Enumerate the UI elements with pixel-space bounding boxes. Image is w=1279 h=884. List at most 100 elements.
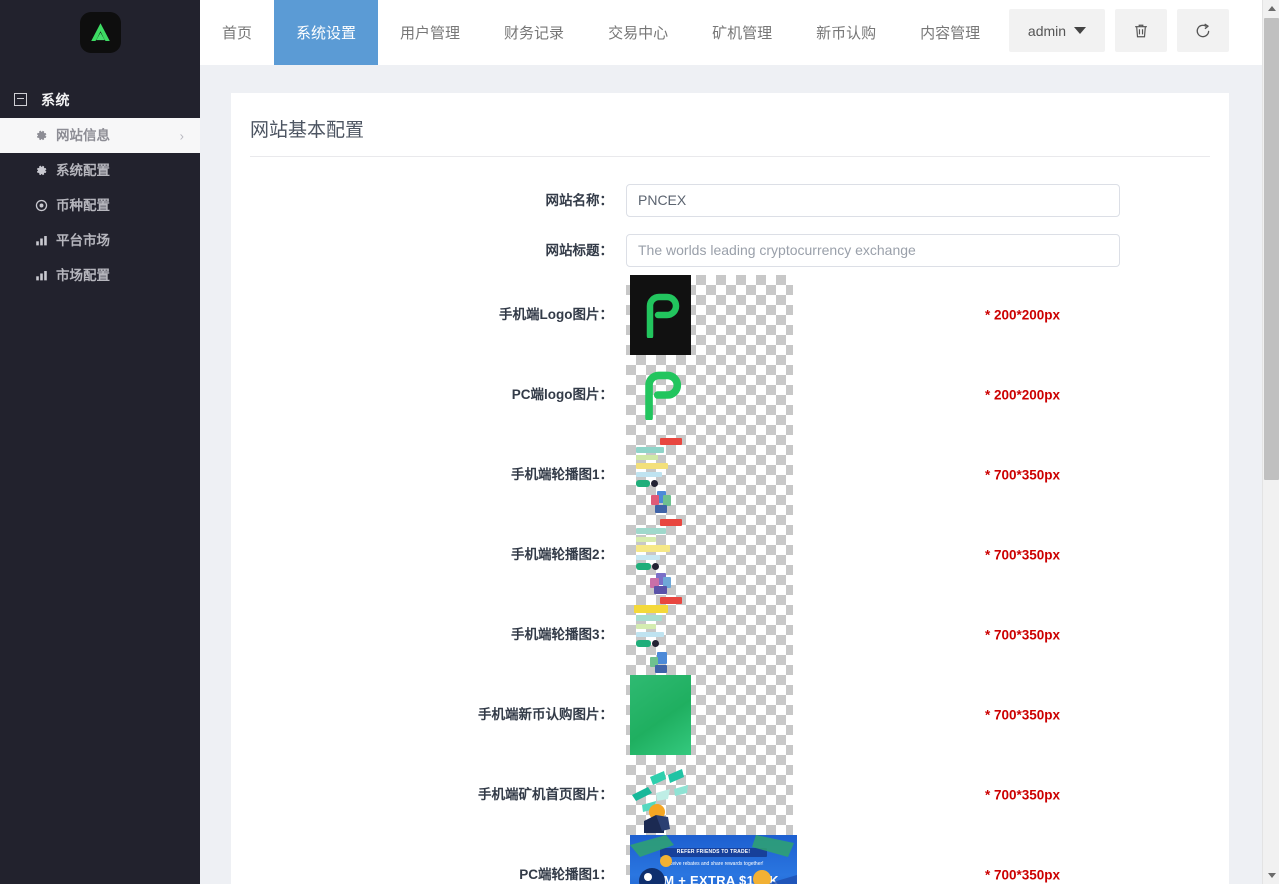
size-hint: * 700*350px (985, 787, 1061, 803)
mobile-carousel-2-thumbnail (630, 515, 691, 595)
tab-financial-records[interactable]: 财务记录 (482, 0, 586, 65)
sidebar-item-market-config[interactable]: 市场配置 (0, 258, 200, 293)
top-bar: 首页 系统设置 用户管理 财务记录 交易中心 矿机管理 新币认购 内容管理 ad… (200, 0, 1279, 65)
field-label: 手机端新币认购图片： (478, 707, 613, 722)
mobile-carousel-1-thumbnail (630, 435, 691, 515)
circle-dot-icon (34, 199, 49, 212)
gear-icon (34, 129, 49, 142)
promo-artwork (630, 435, 691, 515)
tab-content-management[interactable]: 内容管理 (898, 0, 1002, 65)
field-label: 手机端轮播图1： (510, 467, 613, 482)
clear-cache-button[interactable] (1115, 9, 1167, 52)
pncex-p-icon (646, 293, 679, 338)
tab-new-coin-subscription[interactable]: 新币认购 (794, 0, 898, 65)
triangle-up-icon (1267, 6, 1276, 11)
size-hint: * 200*200px (985, 387, 1061, 403)
form-row-mobile-miner-home: 手机端矿机首页图片： * 700*350px (231, 755, 1229, 835)
bar-chart-icon (34, 234, 49, 247)
size-hint: * 700*350px (985, 627, 1061, 643)
app-logo[interactable] (0, 0, 200, 65)
sidebar-item-label: 平台市场 (56, 232, 110, 248)
sidebar-item-label: 网站信息 (56, 127, 110, 143)
field-label: 手机端矿机首页图片： (478, 787, 613, 802)
tab-home[interactable]: 首页 (200, 0, 274, 65)
size-hint: * 700*350px (985, 707, 1061, 723)
mobile-logo-thumbnail (630, 275, 691, 355)
settings-form: 网站名称： 网站标题： 手机端Logo图片： (231, 157, 1229, 884)
gear-icon (34, 164, 49, 177)
form-row-mobile-carousel-1: 手机端轮播图1： * 700*350px (231, 435, 1229, 515)
mobile-logo-upload[interactable] (626, 275, 793, 355)
sidebar: 系统 网站信息 › 系统配置 币种配置 平台市场 市场配置 (0, 0, 200, 884)
size-hint: * 700*350px (985, 547, 1061, 563)
form-row-mobile-subscription: 手机端新币认购图片： * 700*350px (231, 675, 1229, 755)
field-label: 手机端Logo图片： (499, 307, 613, 322)
tab-trading-center[interactable]: 交易中心 (586, 0, 690, 65)
form-row-pc-carousel-1: PC端轮播图1： REFER FRIENDS TO TRADE! Receive… (231, 835, 1229, 884)
mobile-carousel-1-upload[interactable] (626, 435, 793, 515)
top-actions: admin (1009, 9, 1229, 52)
sidebar-item-label: 系统配置 (56, 162, 110, 178)
sidebar-group-system[interactable]: 系统 (0, 82, 200, 118)
user-menu-button[interactable]: admin (1009, 9, 1105, 52)
sidebar-item-label: 市场配置 (56, 267, 110, 283)
field-label: PC端logo图片： (511, 387, 613, 402)
pc-carousel-1-upload[interactable]: REFER FRIENDS TO TRADE! Receive rebates … (626, 835, 797, 884)
mobile-carousel-2-upload[interactable] (626, 515, 793, 595)
minus-square-icon (14, 92, 29, 108)
scroll-down-button[interactable] (1263, 867, 1279, 884)
sidebar-group-label: 系统 (41, 92, 70, 108)
settings-card: 网站基本配置 网站名称： 网站标题： (231, 93, 1229, 884)
pc-logo-upload[interactable] (626, 355, 793, 435)
tab-system-settings[interactable]: 系统设置 (274, 0, 379, 65)
form-row-mobile-carousel-3: 手机端轮播图3： * 700*350px (231, 595, 1229, 675)
tab-miner-management[interactable]: 矿机管理 (690, 0, 794, 65)
field-label: 手机端轮播图3： (510, 627, 613, 642)
sidebar-item-currency-config[interactable]: 币种配置 (0, 188, 200, 223)
size-hint: * 700*350px (985, 867, 1061, 883)
app-root: 系统 网站信息 › 系统配置 币种配置 平台市场 市场配置 首页 系统设置 用户… (0, 0, 1279, 884)
mobile-subscription-upload[interactable] (626, 675, 793, 755)
logout-button[interactable] (1177, 9, 1229, 52)
pc-carousel-1-thumbnail: REFER FRIENDS TO TRADE! Receive rebates … (630, 835, 797, 884)
form-row-mobile-logo: 手机端Logo图片： * 200*200px (231, 275, 1229, 355)
pc-logo-thumbnail (630, 355, 691, 435)
mobile-carousel-3-upload[interactable] (626, 595, 793, 675)
green-artwork (630, 675, 691, 755)
app-logo-icon (79, 12, 121, 53)
chevron-down-icon (1074, 27, 1087, 34)
field-label: 网站名称： (545, 192, 614, 208)
mobile-miner-home-thumbnail (630, 755, 691, 835)
site-name-input[interactable] (626, 183, 1120, 217)
mobile-carousel-3-thumbnail (630, 595, 691, 675)
bar-chart-icon (34, 269, 49, 282)
sign-out-icon (1196, 23, 1209, 38)
sidebar-item-system-config[interactable]: 系统配置 (0, 153, 200, 188)
form-row-site-name: 网站名称： (231, 175, 1229, 225)
promo-artwork (630, 595, 691, 675)
user-menu-label: admin (1027, 22, 1067, 39)
pncex-p-icon (644, 371, 681, 420)
form-row-mobile-carousel-2: 手机端轮播图2： * 700*350px (231, 515, 1229, 595)
field-label: 手机端轮播图2： (510, 547, 613, 562)
window-scrollbar[interactable] (1262, 0, 1279, 884)
size-hint: * 200*200px (985, 307, 1061, 323)
form-row-pc-logo: PC端logo图片： * 200*200px (231, 355, 1229, 435)
referral-banner-artwork: REFER FRIENDS TO TRADE! Receive rebates … (630, 835, 797, 884)
mobile-miner-home-upload[interactable] (626, 755, 793, 835)
triangle-down-icon (1267, 873, 1276, 878)
sidebar-item-platform-market[interactable]: 平台市场 (0, 223, 200, 258)
size-hint: * 700*350px (985, 467, 1061, 483)
window-scrollbar-thumb[interactable] (1264, 18, 1279, 480)
tab-user-management[interactable]: 用户管理 (378, 0, 482, 65)
sidebar-item-website-info[interactable]: 网站信息 › (0, 118, 200, 153)
page-body: 网站基本配置 网站名称： 网站标题： (200, 65, 1279, 884)
form-row-site-title: 网站标题： (231, 225, 1229, 275)
field-label: 网站标题： (545, 242, 614, 258)
mining-artwork (630, 755, 691, 835)
promo-artwork (630, 515, 691, 595)
site-title-input[interactable] (626, 233, 1120, 267)
page-title: 网站基本配置 (250, 120, 365, 141)
scroll-up-button[interactable] (1263, 0, 1279, 17)
logo-a-glyph (90, 23, 110, 41)
